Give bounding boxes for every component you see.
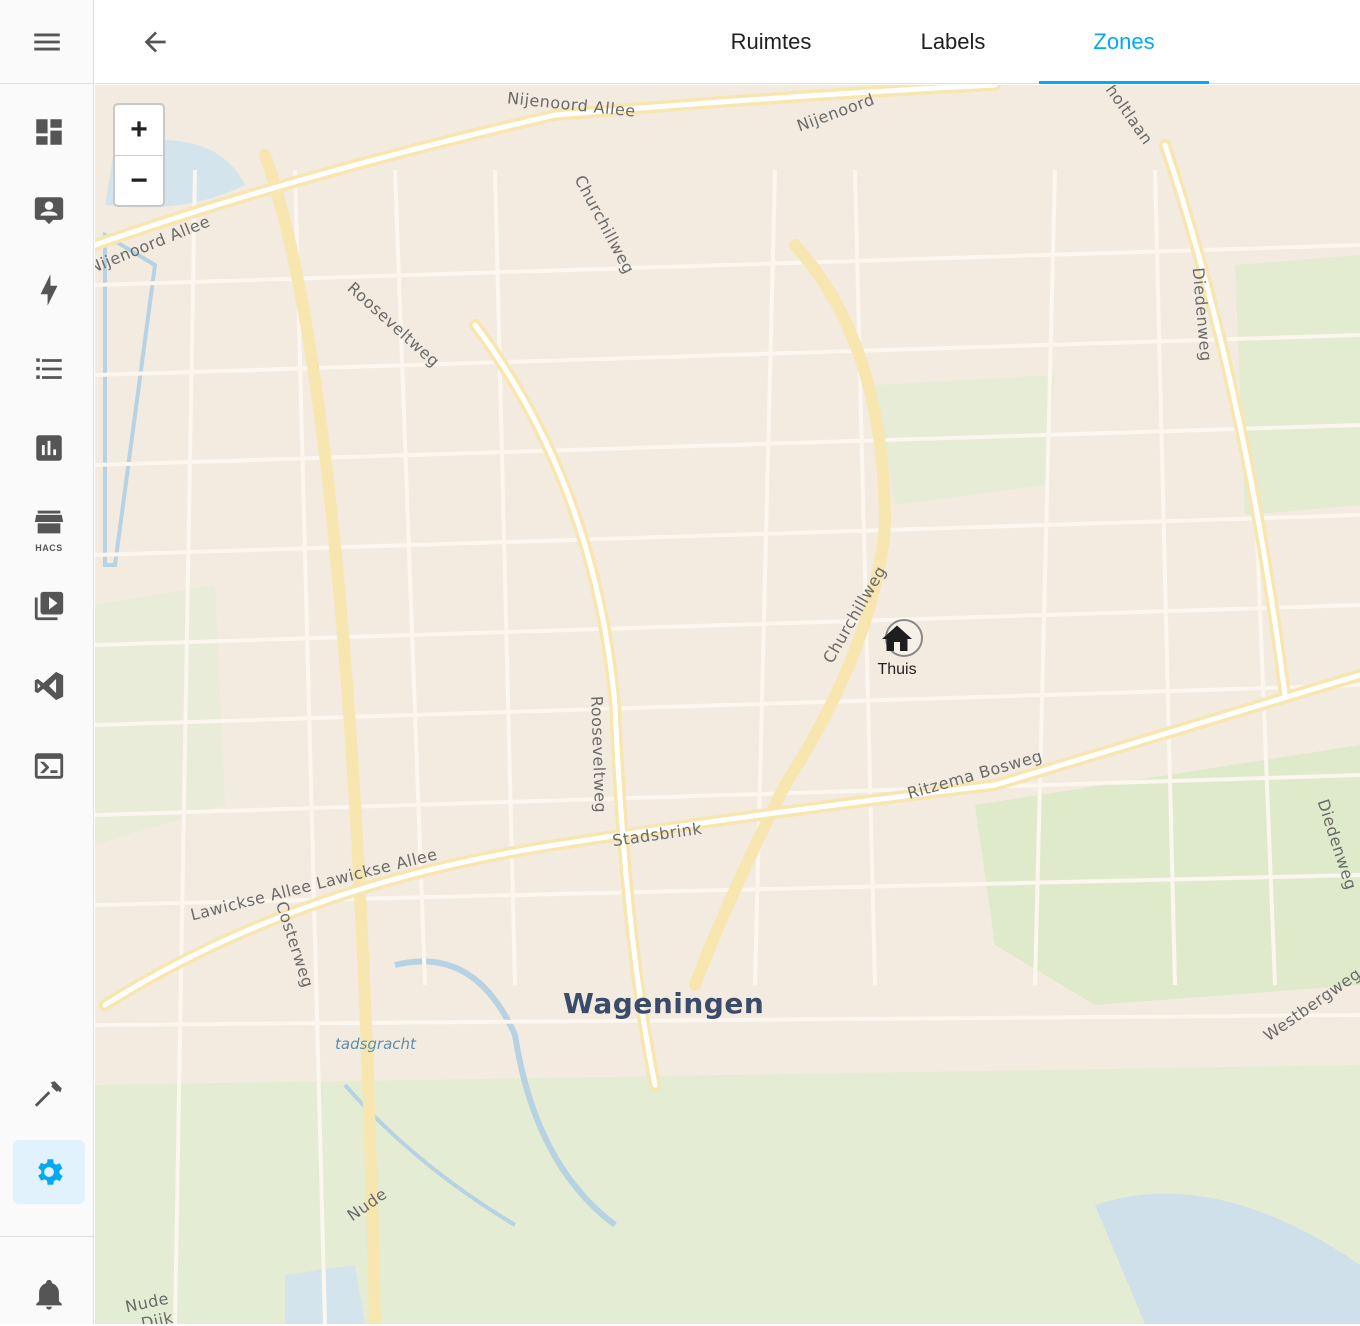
- menu-button[interactable]: [0, 0, 94, 84]
- account-box-icon: [34, 197, 64, 225]
- zoom-out-button[interactable]: −: [115, 156, 163, 206]
- console-icon: [34, 753, 64, 779]
- home-icon: [882, 625, 912, 651]
- tab-labels[interactable]: Labels: [868, 0, 1038, 84]
- sidebar-item-hacs[interactable]: HACS: [13, 495, 85, 559]
- hammer-icon: [34, 1081, 62, 1107]
- cog-icon: [38, 1159, 63, 1185]
- zoom-in-button[interactable]: +: [115, 105, 163, 156]
- sidebar-item-dashboard[interactable]: [13, 100, 85, 164]
- format-list-bulleted-icon: [36, 358, 62, 379]
- sidebar-item-media[interactable]: [13, 574, 85, 638]
- zone-label: Thuis: [877, 661, 917, 678]
- zoom-control: + −: [113, 103, 165, 207]
- water-label: tadsgracht: [335, 1035, 416, 1053]
- sidebar-item-settings[interactable]: [13, 1140, 85, 1204]
- sidebar-item-map[interactable]: [13, 178, 85, 242]
- sidebar-item-terminal[interactable]: [13, 734, 85, 798]
- sidebar-divider: [0, 1236, 94, 1237]
- back-button[interactable]: [131, 18, 179, 66]
- sidebar-item-energy[interactable]: [13, 258, 85, 322]
- lightning-bolt-icon: [40, 274, 58, 306]
- sidebar-item-notifications[interactable]: [13, 1262, 85, 1326]
- sidebar-item-logbook[interactable]: [13, 337, 85, 401]
- sidebar: HACS: [0, 0, 94, 1324]
- sidebar-item-developer-tools[interactable]: [13, 1062, 85, 1126]
- tab-ruimtes[interactable]: Ruimtes: [686, 0, 856, 84]
- top-bar: Ruimtes Labels Zones: [95, 0, 1360, 84]
- sidebar-item-vscode[interactable]: [13, 654, 85, 718]
- menu-icon: [34, 33, 60, 50]
- hacs-label: HACS: [35, 543, 63, 553]
- map-tiles: [95, 85, 1360, 1324]
- play-box-multiple-icon: [34, 591, 64, 621]
- street-label: Rooseveltweg: [587, 695, 611, 814]
- sidebar-item-history[interactable]: [13, 416, 85, 480]
- city-label: Wageningen: [563, 987, 765, 1020]
- view-dashboard-icon: [36, 119, 62, 145]
- zone-marker-thuis[interactable]: Thuis: [877, 619, 923, 689]
- bell-icon: [36, 1279, 62, 1310]
- tab-zones[interactable]: Zones: [1039, 0, 1209, 84]
- microsoft-visual-studio-code-icon: [34, 671, 64, 701]
- arrow-left-icon: [144, 31, 166, 53]
- zone-map[interactable]: Nijenoord Allee Nijenoord holtlaan Nijen…: [95, 85, 1360, 1324]
- store-icon: [34, 510, 64, 534]
- chart-box-icon: [36, 435, 62, 461]
